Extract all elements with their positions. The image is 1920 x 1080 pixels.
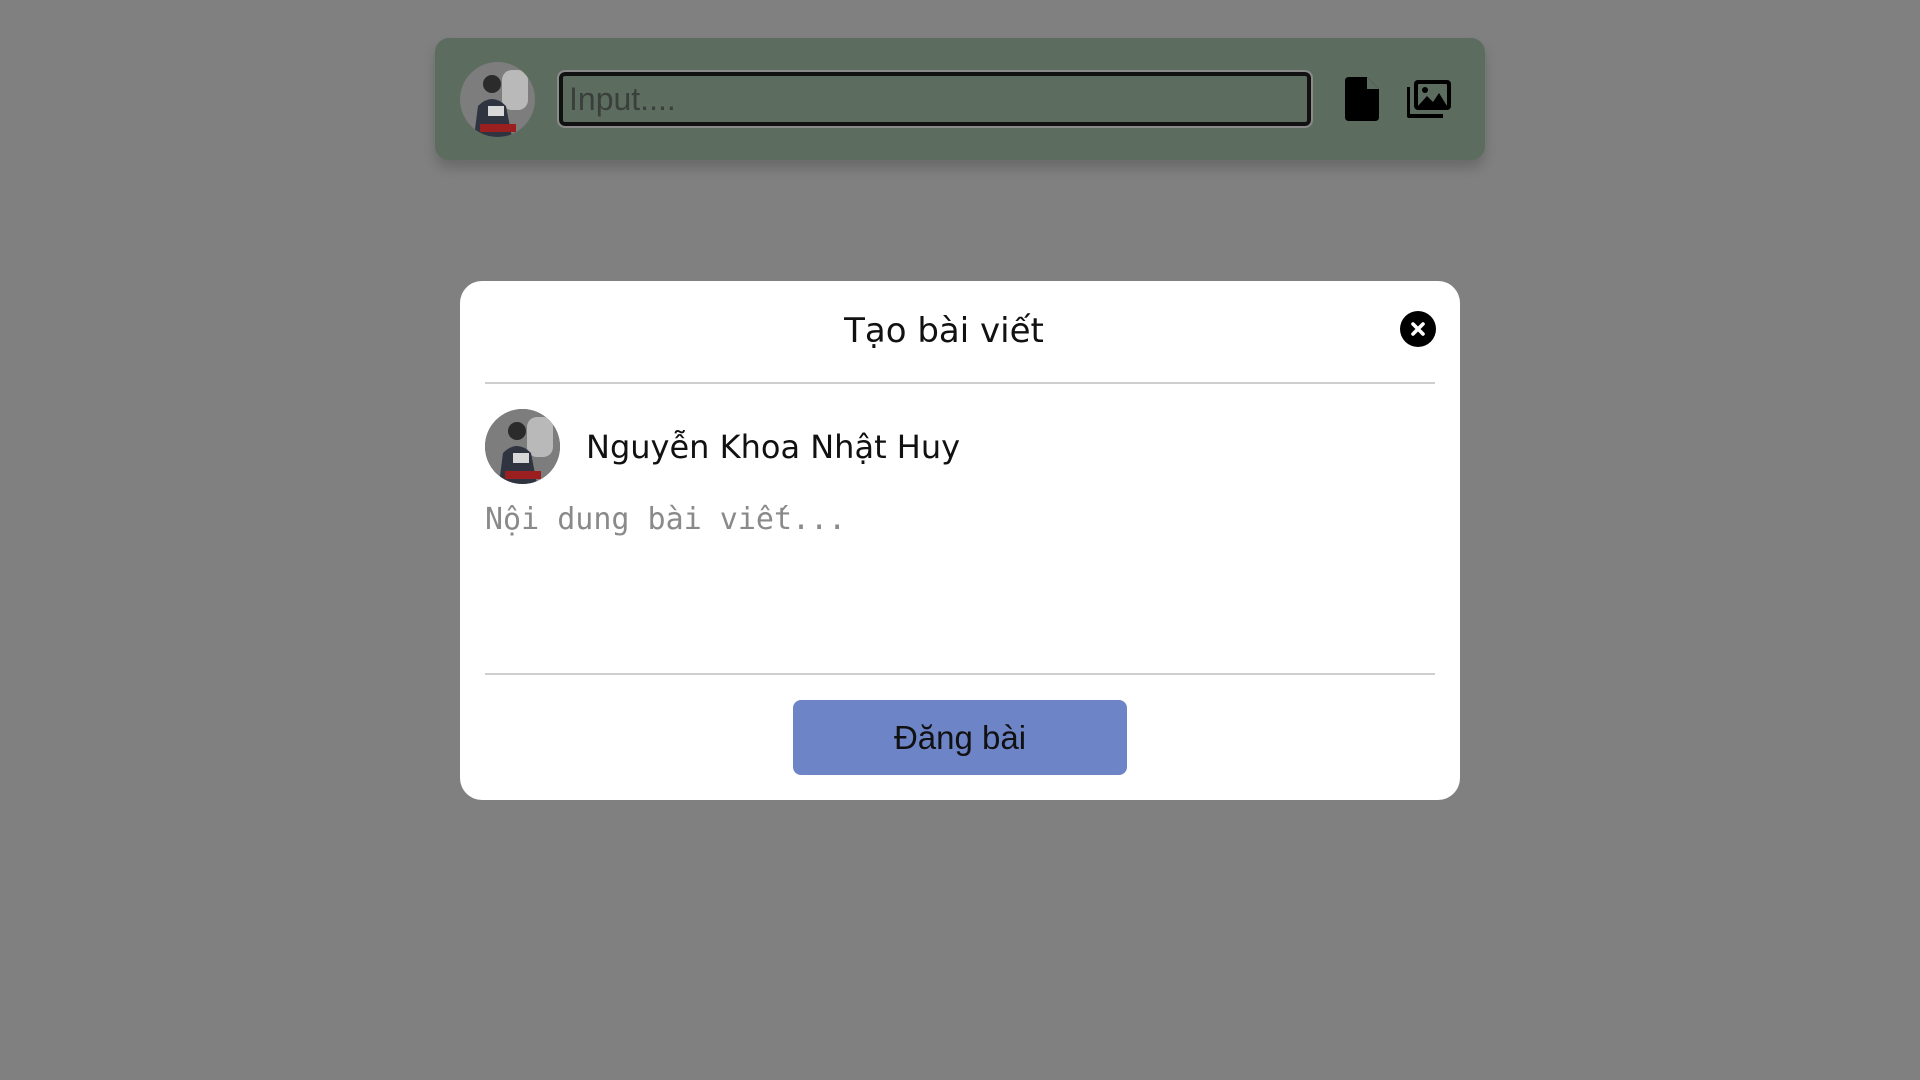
modal-header: Tạo bài viết [485,281,1436,384]
close-icon [1411,322,1425,336]
close-button[interactable] [1400,311,1436,347]
author-avatar [485,409,560,484]
images-icon[interactable] [1405,79,1453,119]
modal-title: Tạo bài viết [844,311,1044,351]
post-author: Nguyễn Khoa Nhật Huy [485,409,960,484]
avatar-photo-icon [485,409,560,484]
post-content-textarea[interactable] [485,502,1435,652]
avatar-photo-icon [460,61,535,137]
create-post-modal: Tạo bài viết Nguyễn Khoa Nhật Huy Đăng b… [460,281,1460,800]
user-avatar[interactable] [460,61,535,137]
submit-post-button[interactable]: Đăng bài [793,700,1127,775]
divider [485,673,1435,675]
author-name: Nguyễn Khoa Nhật Huy [586,427,961,466]
file-icon[interactable] [1345,77,1379,121]
post-input[interactable] [557,70,1313,128]
post-composer-bar [435,38,1485,160]
